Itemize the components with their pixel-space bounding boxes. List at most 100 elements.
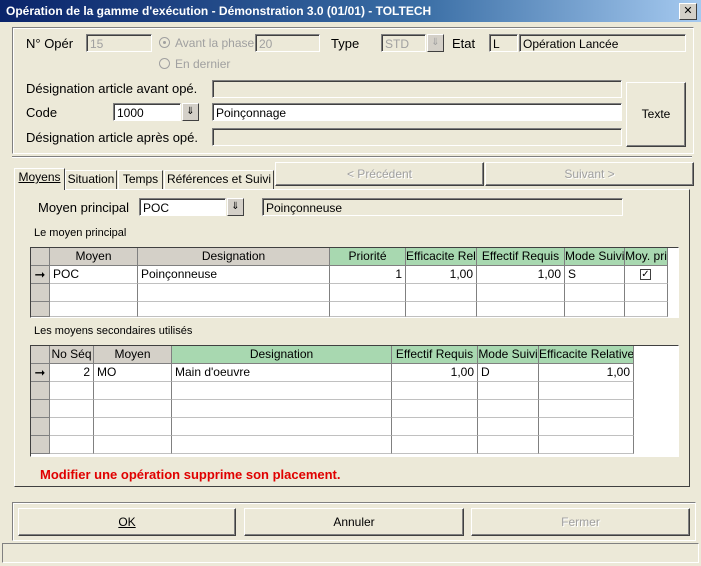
grid1-row-header[interactable] bbox=[31, 302, 50, 317]
tab-moyens[interactable]: Moyens bbox=[14, 168, 65, 190]
tab-situation[interactable]: Situation bbox=[65, 170, 117, 189]
grid2-cell-designation[interactable]: Main d'oeuvre bbox=[172, 364, 392, 382]
grid1-col-moyen[interactable]: Moyen bbox=[50, 248, 138, 266]
grid2-row-header[interactable] bbox=[31, 400, 50, 418]
grid2-title: Les moyens secondaires utilisés bbox=[34, 325, 193, 337]
grid2-empty-cell[interactable] bbox=[392, 382, 478, 400]
grid2-empty-cell[interactable] bbox=[539, 382, 634, 400]
grid1-row-indicator-icon[interactable]: ➞ bbox=[31, 266, 50, 284]
grid1-cell-moy-pri[interactable]: ✓ bbox=[625, 266, 668, 284]
grid2-cell-seq[interactable]: 2 bbox=[50, 364, 94, 382]
grid1-empty-cell[interactable] bbox=[50, 302, 138, 317]
grid1-empty-cell[interactable] bbox=[138, 284, 330, 302]
tab-references[interactable]: Références et Suivi bbox=[164, 170, 274, 189]
grid1-empty-cell[interactable] bbox=[477, 284, 565, 302]
grid2-empty-cell[interactable] bbox=[172, 436, 392, 454]
grid2-empty-cell[interactable] bbox=[392, 400, 478, 418]
status-bar bbox=[2, 543, 699, 563]
grid2-cell-mode[interactable]: D bbox=[478, 364, 539, 382]
grid1-col-moy-pri[interactable]: Moy. pri bbox=[625, 248, 668, 266]
grid1-col-designation[interactable]: Designation bbox=[138, 248, 330, 266]
grid2-empty-cell[interactable] bbox=[539, 400, 634, 418]
type-dropdown-icon[interactable]: ⇓ bbox=[427, 34, 444, 52]
grid2-empty-cell[interactable] bbox=[50, 418, 94, 436]
grid1-empty-cell[interactable] bbox=[565, 284, 625, 302]
code-dropdown-icon[interactable]: ⇓ bbox=[182, 103, 199, 121]
grid1-cell-mode[interactable]: S bbox=[565, 266, 625, 284]
grid1-empty-cell[interactable] bbox=[625, 284, 668, 302]
grid2-empty-cell[interactable] bbox=[392, 436, 478, 454]
radio-en-dernier[interactable] bbox=[159, 58, 170, 69]
fermer-button[interactable]: Fermer bbox=[471, 508, 690, 536]
grid2-empty-cell[interactable] bbox=[50, 436, 94, 454]
texte-button[interactable]: Texte bbox=[626, 82, 686, 147]
grid1-empty-cell[interactable] bbox=[138, 302, 330, 317]
grid2-row-header[interactable] bbox=[31, 418, 50, 436]
grid2-empty-cell[interactable] bbox=[392, 418, 478, 436]
grid2-empty-cell[interactable] bbox=[539, 436, 634, 454]
grid2-col-seq[interactable]: No Séq bbox=[50, 346, 94, 364]
grid1-empty-cell[interactable] bbox=[330, 302, 406, 317]
grid2-row-indicator-icon[interactable]: ➞ bbox=[31, 364, 50, 382]
grid1-empty-cell[interactable] bbox=[477, 302, 565, 317]
close-icon[interactable]: ✕ bbox=[679, 3, 697, 20]
grid1-col-efficacite[interactable]: Efficacite Rela bbox=[406, 248, 477, 266]
moyen-principal-field[interactable]: POC bbox=[139, 198, 226, 216]
grid2-col-moyen[interactable]: Moyen bbox=[94, 346, 172, 364]
grid1-cell-efficacite[interactable]: 1,00 bbox=[406, 266, 477, 284]
grid1-empty-cell[interactable] bbox=[625, 302, 668, 317]
grid-moyen-principal: Moyen Designation Priorité Efficacite Re… bbox=[30, 247, 679, 318]
divider bbox=[12, 156, 692, 158]
grid1-col-effectif[interactable]: Effectif Requis bbox=[477, 248, 565, 266]
grid1-empty-cell[interactable] bbox=[406, 284, 477, 302]
grid2-empty-cell[interactable] bbox=[94, 400, 172, 418]
grid2-empty-cell[interactable] bbox=[94, 382, 172, 400]
grid2-row-header[interactable] bbox=[31, 382, 50, 400]
grid2-empty-cell[interactable] bbox=[172, 400, 392, 418]
grid2-empty-cell[interactable] bbox=[478, 382, 539, 400]
grid2-empty-cell[interactable] bbox=[478, 436, 539, 454]
grid2-empty-cell[interactable] bbox=[172, 382, 392, 400]
radio-avant-phase[interactable] bbox=[159, 37, 170, 48]
grid2-cell-effectif[interactable]: 1,00 bbox=[392, 364, 478, 382]
grid2-empty-cell[interactable] bbox=[539, 418, 634, 436]
type-field[interactable]: STD bbox=[381, 34, 426, 52]
grid1-col-mode[interactable]: Mode Suivi bbox=[565, 248, 625, 266]
grid1-empty-cell[interactable] bbox=[406, 302, 477, 317]
grid2-cell-moyen[interactable]: MO bbox=[94, 364, 172, 382]
suivant-button[interactable]: Suivant > bbox=[485, 162, 694, 186]
grid2-empty-cell[interactable] bbox=[50, 382, 94, 400]
annuler-button[interactable]: Annuler bbox=[244, 508, 464, 536]
grid1-cell-effectif[interactable]: 1,00 bbox=[477, 266, 565, 284]
grid2-empty-cell[interactable] bbox=[172, 418, 392, 436]
grid2-empty-cell[interactable] bbox=[478, 400, 539, 418]
grid2-col-effectif[interactable]: Effectif Requis bbox=[392, 346, 478, 364]
precedent-button[interactable]: < Précédent bbox=[275, 162, 484, 186]
grid1-cell-priorite[interactable]: 1 bbox=[330, 266, 406, 284]
grid2-empty-cell[interactable] bbox=[478, 418, 539, 436]
grid2-row-header[interactable] bbox=[31, 436, 50, 454]
grid1-empty-cell[interactable] bbox=[330, 284, 406, 302]
num-oper-label: N° Opér bbox=[26, 36, 74, 51]
grid2-empty-cell[interactable] bbox=[50, 400, 94, 418]
grid1-cell-moyen[interactable]: POC bbox=[50, 266, 138, 284]
code-field[interactable]: 1000 bbox=[113, 103, 181, 121]
grid1-col-priorite[interactable]: Priorité bbox=[330, 248, 406, 266]
num-oper-field[interactable]: 15 bbox=[86, 34, 152, 52]
grid1-empty-cell[interactable] bbox=[50, 284, 138, 302]
moy-pri-checkbox[interactable]: ✓ bbox=[640, 269, 651, 280]
ok-button[interactable]: OK bbox=[18, 508, 236, 536]
grid2-col-efficacite[interactable]: Efficacite Relative bbox=[539, 346, 634, 364]
grid1-cell-designation[interactable]: Poinçonneuse bbox=[138, 266, 330, 284]
grid2-cell-efficacite[interactable]: 1,00 bbox=[539, 364, 634, 382]
grid1-empty-cell[interactable] bbox=[565, 302, 625, 317]
grid1-row-header[interactable] bbox=[31, 284, 50, 302]
grid2-empty-cell[interactable] bbox=[94, 418, 172, 436]
grid2-col-designation[interactable]: Designation bbox=[172, 346, 392, 364]
avant-phase-field[interactable]: 20 bbox=[255, 34, 320, 52]
code-desig-field[interactable]: Poinçonnage bbox=[212, 103, 622, 121]
grid2-col-mode[interactable]: Mode Suivi bbox=[478, 346, 539, 364]
tab-temps[interactable]: Temps bbox=[118, 170, 163, 189]
grid2-empty-cell[interactable] bbox=[94, 436, 172, 454]
moyen-principal-dropdown-icon[interactable]: ⇓ bbox=[227, 198, 244, 216]
